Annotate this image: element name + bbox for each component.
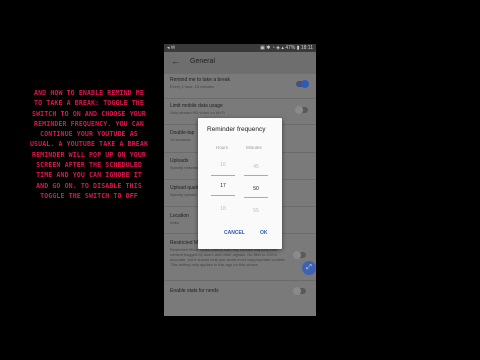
hours-select-line-bottom bbox=[211, 195, 235, 196]
setting-title: Upload quality bbox=[170, 185, 202, 191]
setting-subtitle: Only stream HD video on Wi-Fi bbox=[170, 110, 226, 115]
divider bbox=[164, 280, 316, 281]
page-title: General bbox=[190, 58, 215, 65]
ok-button[interactable]: OK bbox=[260, 230, 268, 236]
stats-for-nerds-toggle[interactable] bbox=[293, 287, 306, 295]
setting-remind-break[interactable]: Remind me to take a break Every 1 hour, … bbox=[164, 77, 316, 91]
divider bbox=[164, 98, 316, 99]
expand-icon[interactable]: ⤢ bbox=[302, 261, 316, 275]
hours-select-line-top bbox=[211, 175, 235, 176]
setting-title: Double-tap bbox=[170, 130, 195, 136]
setting-title: Limit mobile data usage bbox=[170, 103, 223, 109]
minutes-select-line-bottom bbox=[244, 197, 268, 198]
setting-title: Enable stats for nerds bbox=[170, 288, 219, 294]
setting-subtitle: 10 seconds bbox=[170, 137, 191, 142]
setting-title: Uploads bbox=[170, 158, 189, 164]
minutes-selected[interactable]: 50 bbox=[244, 186, 268, 192]
app-bar: ← General bbox=[164, 52, 316, 74]
arrow-left-icon[interactable]: ← bbox=[171, 56, 180, 66]
limit-data-toggle[interactable] bbox=[295, 106, 308, 114]
setting-subtitle: Every 1 hour, 15 minutes bbox=[170, 84, 215, 89]
remind-break-toggle[interactable] bbox=[296, 80, 309, 88]
cancel-button[interactable]: CANCEL bbox=[224, 230, 245, 236]
hours-below[interactable]: 18 bbox=[211, 206, 235, 212]
status-left: ◂ ✉ bbox=[167, 45, 176, 51]
status-right: ▣ ✱ ◔ ◈ ▴ 47% ▮ 18:11 bbox=[260, 45, 313, 51]
hours-label: Hours bbox=[216, 145, 229, 150]
hours-selected[interactable]: 17 bbox=[211, 183, 235, 189]
minutes-below[interactable]: 55 bbox=[244, 208, 268, 214]
setting-title: Location bbox=[170, 213, 189, 219]
minutes-label: Minutes bbox=[246, 145, 262, 150]
reminder-frequency-dialog: Reminder frequency Hours Minutes 16 45 1… bbox=[198, 118, 282, 249]
minutes-above[interactable]: 45 bbox=[244, 164, 268, 170]
restricted-mode-toggle[interactable] bbox=[293, 251, 306, 259]
setting-subtitle: India bbox=[170, 220, 179, 225]
status-bar: ◂ ✉ ▣ ✱ ◔ ◈ ▴ 47% ▮ 18:11 bbox=[164, 44, 316, 52]
setting-title: Remind me to take a break bbox=[170, 77, 231, 83]
hours-above[interactable]: 16 bbox=[211, 162, 235, 168]
minutes-select-line-top bbox=[244, 175, 268, 176]
setting-limit-data[interactable]: Limit mobile data usage Only stream HD v… bbox=[164, 103, 316, 117]
setting-stats-for-nerds[interactable]: Enable stats for nerds bbox=[164, 287, 316, 298]
setting-subtitle: Restricted Mode hides videos that may co… bbox=[170, 247, 286, 267]
tutorial-caption: AND HOW TO ENABLE REMIND ME TO TAKE A BR… bbox=[29, 89, 149, 200]
dialog-title: Reminder frequency bbox=[207, 126, 266, 133]
